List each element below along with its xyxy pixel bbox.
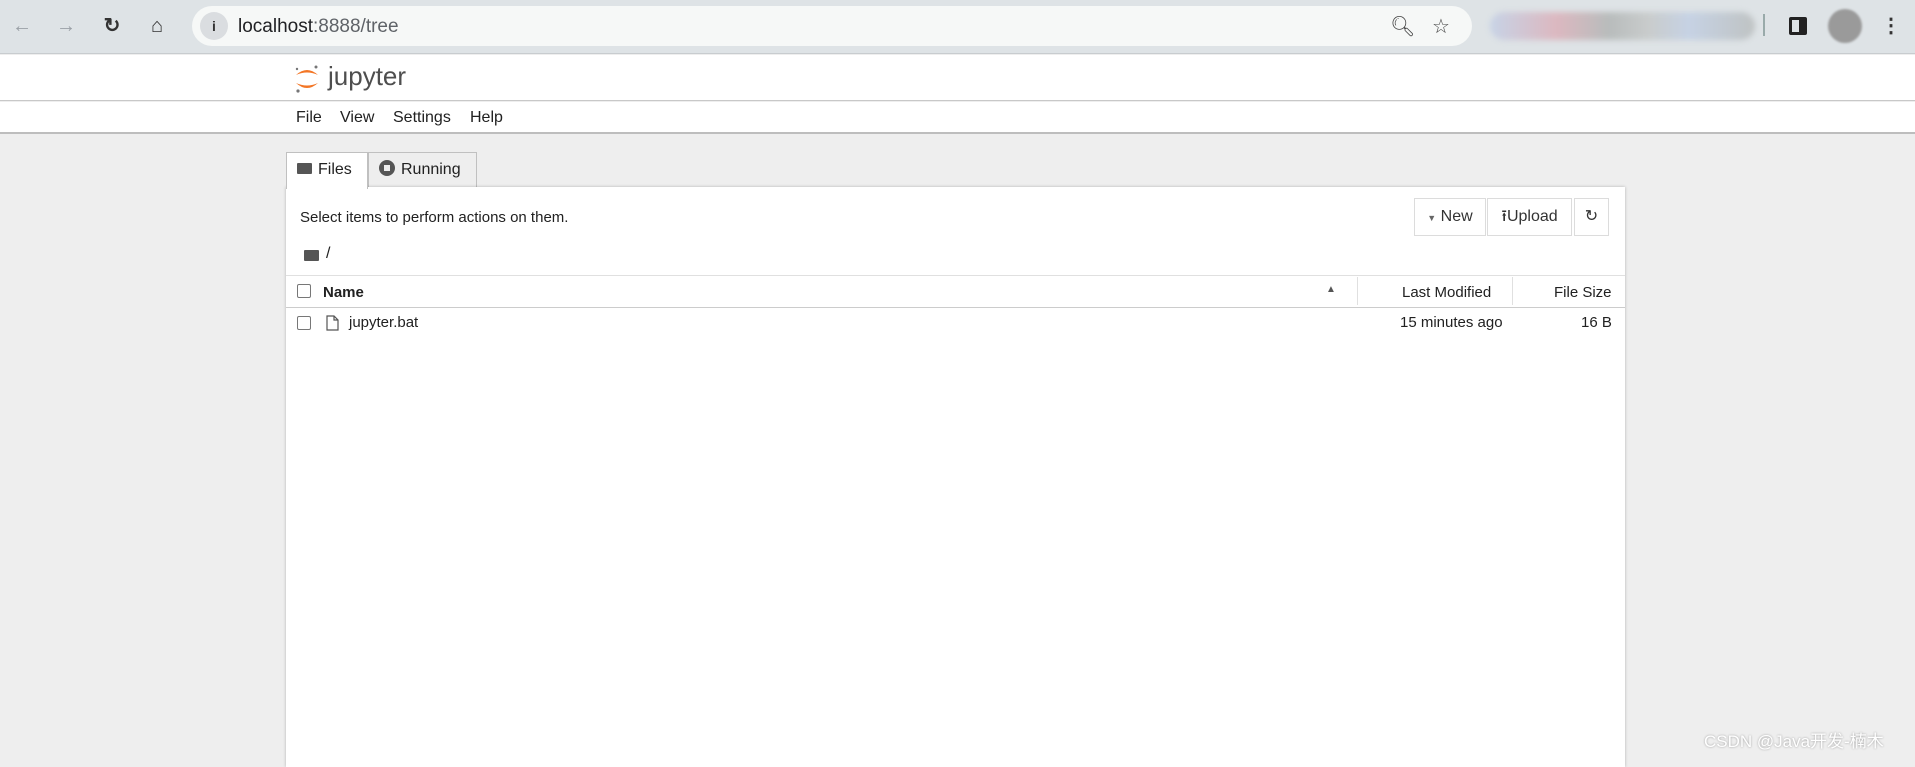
menu-help[interactable]: Help [470, 109, 503, 127]
column-divider [1512, 277, 1513, 305]
tab-running[interactable]: Running [368, 152, 477, 188]
table-row[interactable]: jupyter.bat 15 minutes ago 16 B [286, 308, 1625, 338]
logo-text[interactable]: jupyter [328, 61, 406, 92]
info-icon[interactable]: i [200, 12, 228, 40]
jupyter-logo-icon[interactable] [293, 63, 321, 95]
new-button[interactable]: ▼ New [1414, 198, 1486, 236]
star-icon[interactable]: ☆ [1432, 14, 1450, 39]
selection-hint: Select items to perform actions on them. [300, 209, 569, 226]
refresh-icon: ↻ [1584, 208, 1599, 225]
tab-label: Running [401, 161, 461, 178]
tab-files[interactable]: Files [286, 152, 368, 189]
column-divider [1357, 277, 1358, 305]
column-name[interactable]: Name [323, 284, 364, 301]
home-icon[interactable]: ⌂ [143, 12, 171, 40]
avatar[interactable] [1828, 9, 1862, 43]
folder-icon [297, 163, 312, 174]
menu-icon[interactable]: ⋮ [1877, 12, 1905, 40]
column-last-modified[interactable]: Last Modified [1402, 284, 1491, 301]
column-file-size[interactable]: File Size [1554, 284, 1612, 301]
watermark: CSDN @Java开发-楠木 [1704, 732, 1884, 751]
tab-label: Files [318, 161, 352, 178]
sort-ascending-icon[interactable]: ▲ [1326, 284, 1336, 295]
zoom-icon[interactable]: 🔍︎ [1390, 14, 1415, 39]
file-browser-panel: Select items to perform actions on them.… [286, 187, 1625, 767]
upload-button[interactable]: ⭱Upload [1487, 198, 1572, 236]
divider [286, 275, 1625, 276]
url-text: localhost:8888/tree [238, 16, 399, 37]
menu-bar: File View Settings Help [0, 102, 1915, 134]
menu-settings[interactable]: Settings [393, 109, 451, 127]
forward-icon[interactable]: → [52, 12, 80, 40]
menu-file[interactable]: File [296, 109, 322, 127]
select-all-checkbox[interactable] [297, 284, 311, 298]
sidebar-icon[interactable] [1789, 17, 1807, 35]
folder-icon[interactable] [304, 250, 319, 261]
reload-icon[interactable]: ↻ [98, 12, 126, 40]
refresh-button[interactable]: ↻ [1574, 198, 1609, 236]
divider [1763, 14, 1765, 36]
browser-toolbar: ← → ↻ ⌂ i localhost:8888/tree 🔍︎ ☆ ⋮ [0, 0, 1915, 54]
extensions-blurred [1490, 12, 1755, 40]
row-checkbox[interactable] [297, 316, 311, 330]
jupyter-header: jupyter [0, 55, 1915, 101]
file-modified: 15 minutes ago [1400, 314, 1503, 331]
file-size: 16 B [1581, 314, 1612, 331]
stop-circle-icon [379, 160, 395, 176]
file-icon [326, 315, 339, 331]
breadcrumb[interactable]: / [326, 245, 330, 263]
back-icon[interactable]: ← [8, 12, 36, 40]
caret-down-icon: ▼ [1427, 213, 1437, 223]
address-bar[interactable]: i localhost:8888/tree 🔍︎ ☆ [192, 6, 1472, 46]
menu-view[interactable]: View [340, 109, 374, 127]
file-name-link[interactable]: jupyter.bat [349, 314, 418, 331]
